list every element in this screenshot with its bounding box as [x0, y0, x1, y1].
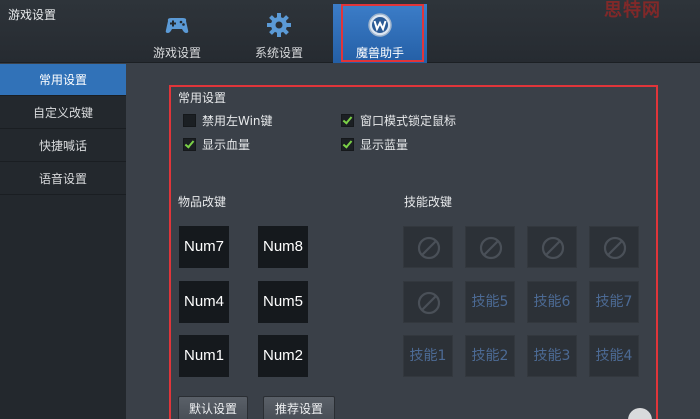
tab-label: 系统设置 — [254, 46, 303, 60]
sidebar-item-quick-chat[interactable]: 快捷喊话 — [0, 130, 126, 162]
warcraft-logo-icon — [368, 13, 392, 37]
window-title: 游戏设置 — [8, 8, 57, 22]
sidebar-item-voice-settings[interactable]: 语音设置 — [0, 163, 126, 195]
header-bar: 游戏设置 思特网 游戏设置 系统设置 魔兽助手 — [0, 0, 700, 63]
tab-system-settings[interactable]: 系统设置 — [231, 4, 327, 63]
tab-label: 魔兽助手 — [355, 46, 404, 60]
settings-highlight-frame — [169, 85, 658, 419]
tab-label: 游戏设置 — [152, 46, 201, 60]
gamepad-icon — [165, 18, 189, 33]
tab-game-settings[interactable]: 游戏设置 — [129, 4, 225, 63]
gear-icon — [267, 13, 291, 37]
sidebar: 常用设置 自定义改键 快捷喊话 语音设置 — [0, 64, 126, 419]
watermark: 思特网 — [604, 0, 661, 21]
tab-warcraft-assistant[interactable]: 魔兽助手 — [333, 4, 427, 63]
sidebar-item-common-settings[interactable]: 常用设置 — [0, 64, 126, 96]
sidebar-item-custom-keys[interactable]: 自定义改键 — [0, 97, 126, 129]
